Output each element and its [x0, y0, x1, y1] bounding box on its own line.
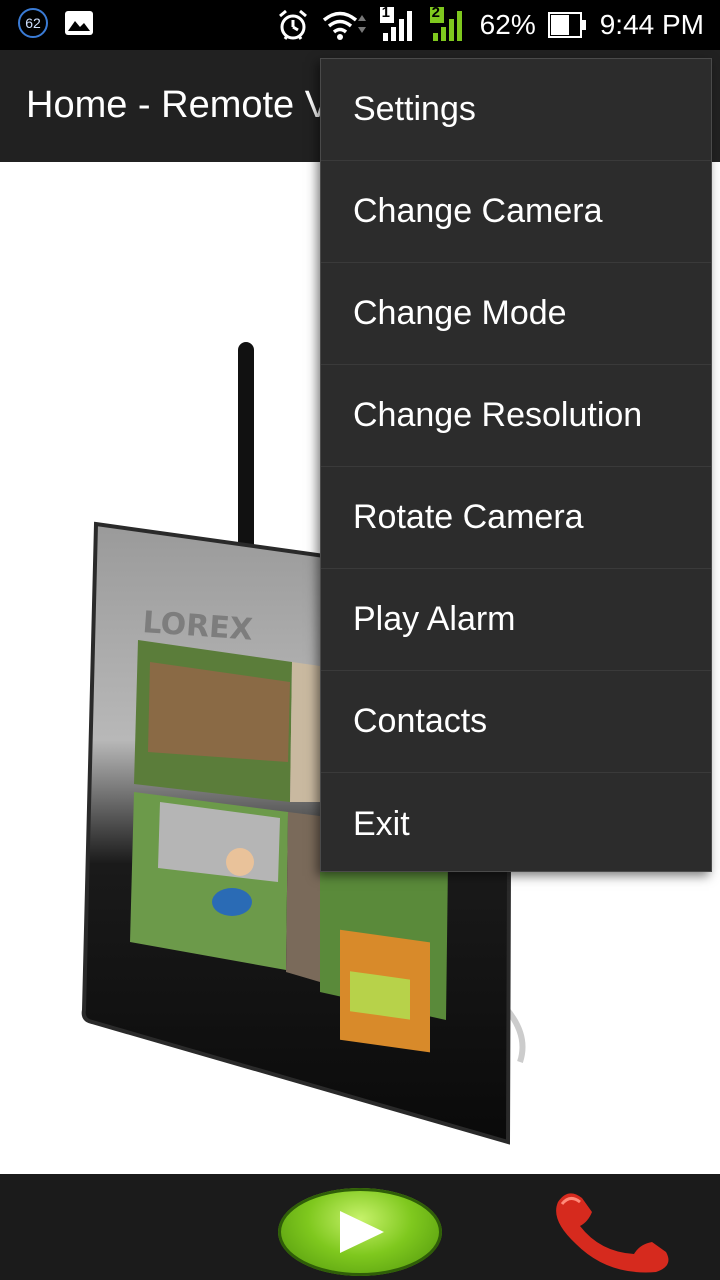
menu-item-settings[interactable]: Settings — [321, 59, 711, 161]
clock: 9:44 PM — [599, 9, 704, 40]
sim1-label: 1 — [381, 4, 391, 21]
battery-percent: 62% — [479, 9, 536, 40]
status-bar: 62 1 2 62% 9:44 PM — [0, 0, 720, 50]
image-icon — [64, 10, 94, 36]
menu-item-contacts[interactable]: Contacts — [321, 671, 711, 773]
hang-up-button[interactable] — [548, 1182, 678, 1274]
bottom-bar — [0, 1174, 720, 1280]
wifi-icon — [322, 9, 368, 41]
menu-item-label: Contacts — [353, 702, 488, 740]
menu-item-change-resolution[interactable]: Change Resolution — [321, 365, 711, 467]
play-icon — [340, 1211, 384, 1253]
menu-item-label: Rotate Camera — [353, 498, 584, 536]
page-title: Home - Remote V — [26, 84, 331, 126]
battery-icon — [547, 11, 588, 39]
play-button[interactable] — [278, 1188, 442, 1276]
signal-sim1-icon: 1 — [379, 4, 418, 43]
menu-item-label: Settings — [353, 90, 476, 128]
menu-item-label: Change Resolution — [353, 396, 643, 434]
hang-up-phone-icon — [556, 1193, 669, 1273]
menu-item-label: Change Camera — [353, 192, 603, 230]
menu-item-label: Play Alarm — [353, 600, 516, 638]
menu-item-rotate-camera[interactable]: Rotate Camera — [321, 467, 711, 569]
menu-item-change-mode[interactable]: Change Mode — [321, 263, 711, 365]
overflow-menu: Settings Change Camera Change Mode Chang… — [320, 58, 712, 872]
sim2-label: 2 — [431, 4, 441, 21]
alarm-icon — [276, 8, 310, 42]
menu-item-change-camera[interactable]: Change Camera — [321, 161, 711, 263]
menu-item-exit[interactable]: Exit — [321, 773, 711, 875]
signal-sim2-icon: 2 — [429, 4, 468, 43]
menu-item-label: Exit — [353, 804, 410, 843]
menu-item-label: Change Mode — [353, 294, 567, 332]
notification-count-badge: 62 — [18, 8, 48, 38]
menu-item-play-alarm[interactable]: Play Alarm — [321, 569, 711, 671]
